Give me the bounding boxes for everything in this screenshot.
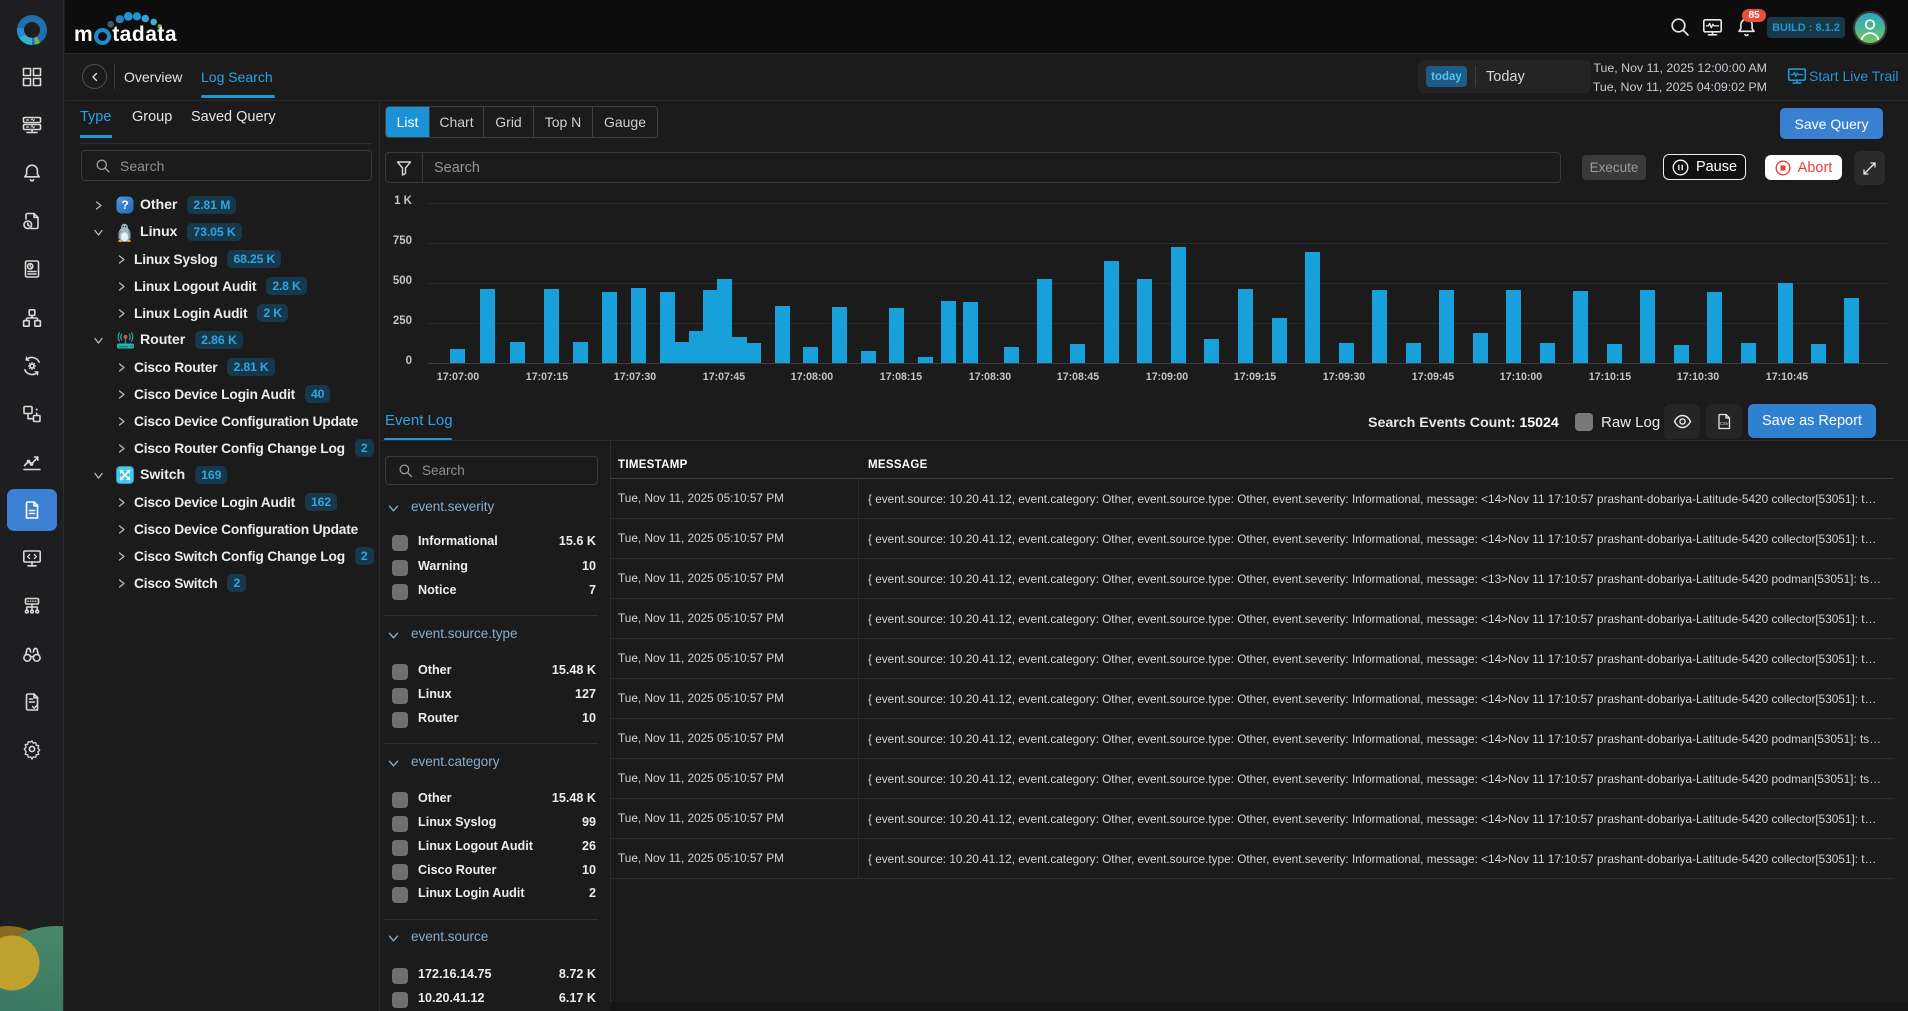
svg-text:CSV: CSV bbox=[1719, 421, 1728, 426]
svg-text:?: ? bbox=[121, 198, 128, 212]
